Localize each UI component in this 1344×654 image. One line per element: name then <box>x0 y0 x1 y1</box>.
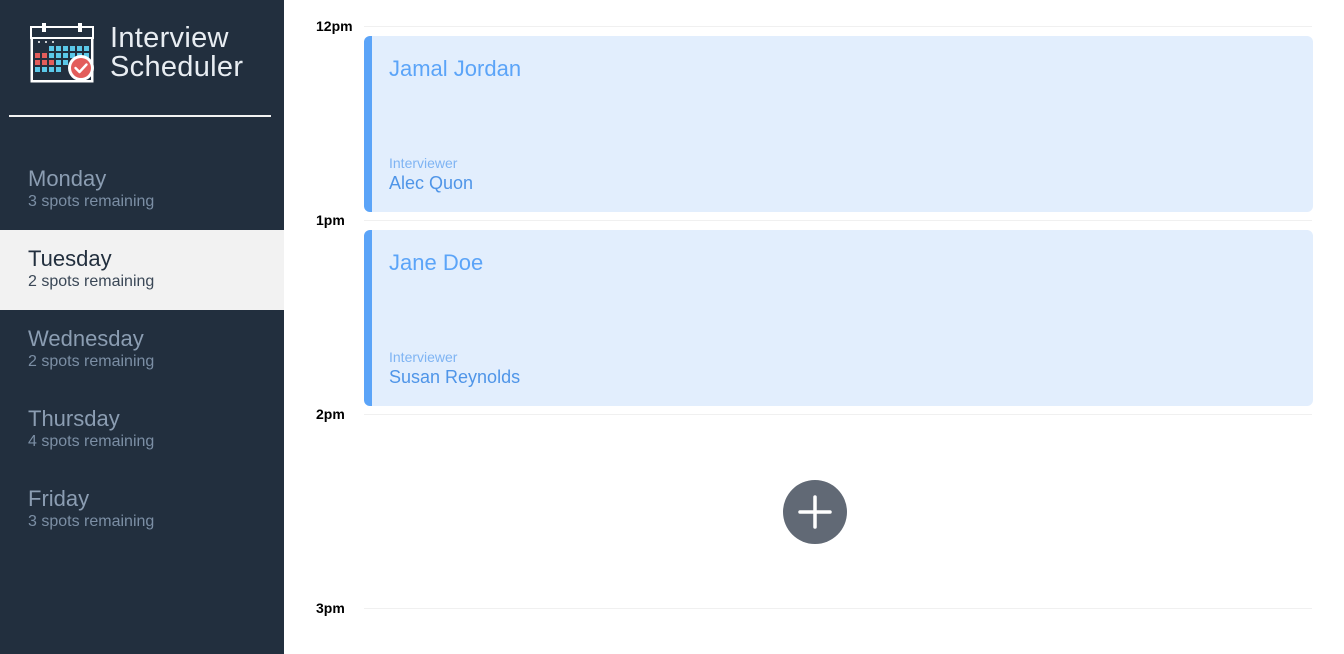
add-icon <box>798 495 832 529</box>
slot-time: 2pm <box>316 406 345 422</box>
app-title-line2: Scheduler <box>110 51 244 83</box>
slot-time: 3pm <box>316 600 345 616</box>
student-name: Jane Doe <box>389 250 484 275</box>
day-spots: 3 spots remaining <box>28 513 155 530</box>
student-name: Jamal Jordan <box>389 56 522 81</box>
day-item-friday[interactable]: Friday 3 spots remaining <box>0 470 284 550</box>
day-name: Tuesday <box>28 246 112 271</box>
add-appointment-button[interactable] <box>783 480 847 544</box>
day-item-monday[interactable]: Monday 3 spots remaining <box>0 150 284 230</box>
slot-divider <box>364 608 1312 609</box>
slot-time: 12pm <box>316 18 353 34</box>
day-spots: 4 spots remaining <box>28 433 155 450</box>
slot-divider <box>364 220 1312 221</box>
day-list: Monday 3 spots remaining Tuesday 2 spots… <box>0 150 284 550</box>
brand: Interview Scheduler <box>30 22 243 84</box>
appointment-card[interactable]: Jane Doe Interviewer Susan Reynolds <box>364 230 1313 406</box>
day-name: Wednesday <box>28 326 144 351</box>
schedule: 12pm Jamal Jordan Interviewer Alec Quon … <box>284 0 1344 654</box>
day-item-wednesday[interactable]: Wednesday 2 spots remaining <box>0 310 284 390</box>
app: Interview Scheduler Monday 3 spots remai… <box>0 0 1344 654</box>
sidebar: Interview Scheduler Monday 3 spots remai… <box>0 0 284 654</box>
app-title-line1: Interview <box>110 22 229 54</box>
day-name: Friday <box>28 486 90 511</box>
day-name: Monday <box>28 166 107 191</box>
slot-divider <box>364 26 1312 27</box>
interviewer-label: Interviewer <box>389 349 458 365</box>
slot-time: 1pm <box>316 212 345 228</box>
app-title: Interview Scheduler <box>110 24 243 82</box>
day-spots: 2 spots remaining <box>28 353 155 370</box>
slot-divider <box>364 414 1312 415</box>
calendar-check-icon <box>30 23 94 83</box>
interviewer-label: Interviewer <box>389 155 458 171</box>
appointment-card[interactable]: Jamal Jordan Interviewer Alec Quon <box>364 36 1313 212</box>
day-spots: 2 spots remaining <box>28 273 155 290</box>
day-item-tuesday[interactable]: Tuesday 2 spots remaining <box>0 230 284 310</box>
sidebar-divider <box>9 115 271 117</box>
day-item-thursday[interactable]: Thursday 4 spots remaining <box>0 390 284 470</box>
interviewer-name: Susan Reynolds <box>389 367 521 387</box>
day-name: Thursday <box>28 406 120 431</box>
day-spots: 3 spots remaining <box>28 193 155 210</box>
interviewer-name: Alec Quon <box>389 173 474 193</box>
